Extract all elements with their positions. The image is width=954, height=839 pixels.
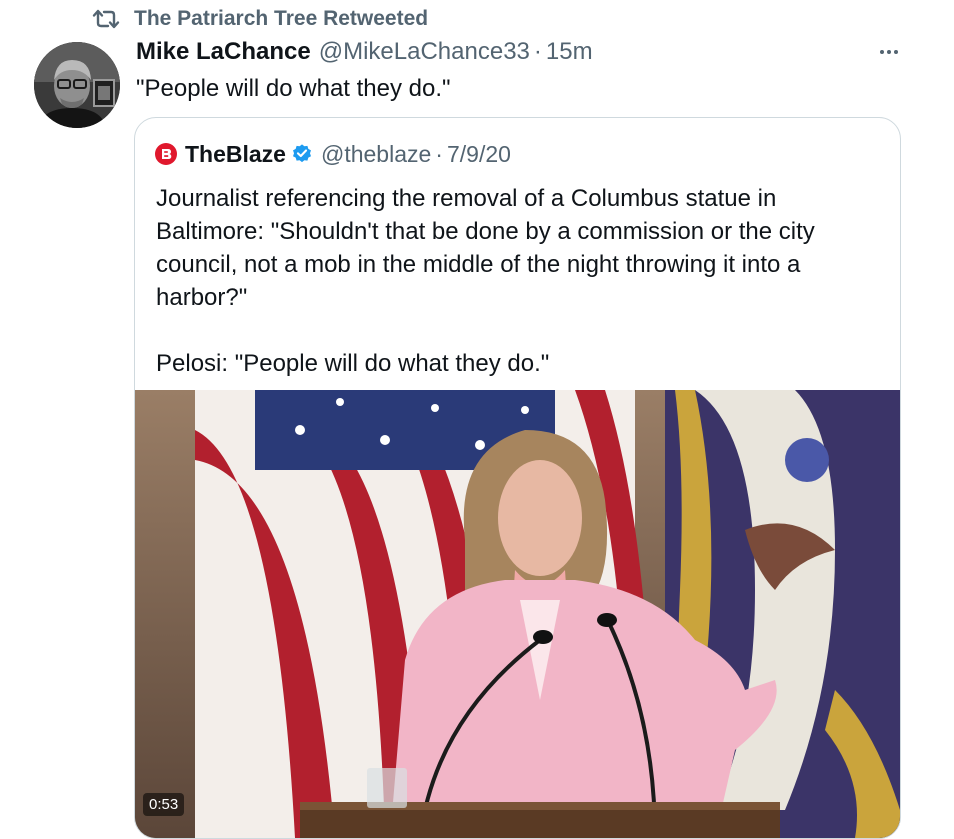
author-handle[interactable]: @MikeLaChance33: [319, 38, 530, 66]
quoted-tweet-card[interactable]: TheBlaze @theblaze · 7/9/20 Journalist r…: [134, 117, 901, 839]
quoted-paragraph: Pelosi: "People will do what they do.": [156, 350, 550, 377]
more-options-button[interactable]: [874, 42, 904, 62]
video-thumbnail: [135, 390, 900, 838]
retweet-label[interactable]: The Patriarch Tree Retweeted: [134, 7, 428, 31]
retweet-icon: [92, 9, 120, 29]
quoted-tweet-date[interactable]: 7/9/20: [447, 141, 511, 168]
tweet-author-row: Mike LaChance @MikeLaChance33 · 15m: [136, 38, 593, 68]
more-horizontal-icon: [887, 50, 891, 54]
tweet-text: "People will do what they do.": [136, 75, 451, 102]
verified-badge-icon: [293, 144, 311, 163]
video-duration-badge: 0:53: [143, 793, 185, 816]
quoted-author-name[interactable]: TheBlaze: [185, 141, 286, 168]
quoted-author-handle[interactable]: @theblaze: [321, 141, 431, 168]
quoted-paragraph: Journalist referencing the removal of a …: [156, 185, 815, 311]
separator-dot: ·: [533, 38, 542, 65]
author-name[interactable]: Mike LaChance: [136, 38, 311, 66]
separator-dot: ·: [435, 140, 443, 167]
avatar-image: [34, 42, 120, 128]
video-player[interactable]: 0:53: [135, 390, 900, 838]
retweet-header[interactable]: The Patriarch Tree Retweeted: [92, 6, 428, 32]
quoted-tweet-header: TheBlaze @theblaze · 7/9/20: [155, 140, 511, 168]
avatar[interactable]: [34, 42, 120, 128]
more-horizontal-icon: [880, 50, 884, 54]
theblaze-logo-icon[interactable]: [155, 143, 177, 165]
tweet-timestamp[interactable]: 15m: [546, 38, 593, 66]
more-horizontal-icon: [894, 50, 898, 54]
quoted-tweet-text: Journalist referencing the removal of a …: [156, 182, 876, 380]
